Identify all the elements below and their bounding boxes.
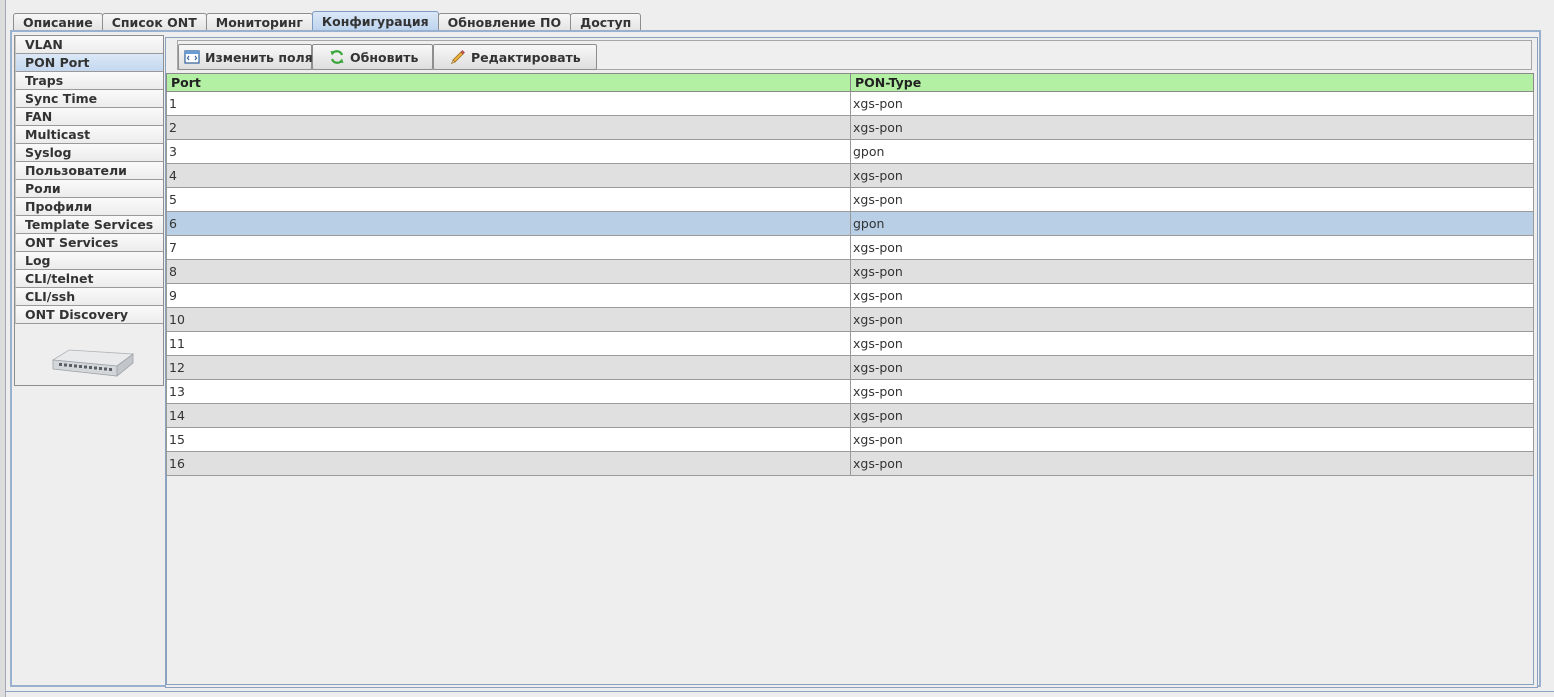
- sidebar-item-profiles[interactable]: Профили: [15, 198, 163, 216]
- sidebar-item-ont-discovery[interactable]: ONT Discovery: [15, 306, 163, 324]
- cell-pon-type: xgs-pon: [853, 192, 903, 207]
- window-left-edge: [0, 0, 6, 697]
- cell-port: 3: [167, 140, 851, 163]
- cell-port: 14: [167, 404, 851, 427]
- edit-label: Редактировать: [471, 49, 581, 65]
- table-row[interactable]: 7 xgs-pon: [166, 236, 1534, 260]
- cell-pon-type: xgs-pon: [853, 312, 903, 327]
- cell-port: 13: [167, 380, 851, 403]
- pon-port-table: Port PON-Type 1 xgs-pon 2 xgs-pon 3 gpon 4 xgs-…: [166, 73, 1534, 476]
- cell-pon-type: xgs-pon: [853, 456, 903, 471]
- sidebar-item-roles[interactable]: Роли: [15, 180, 163, 198]
- table-row[interactable]: 11 xgs-pon: [166, 332, 1534, 356]
- main-tabbar: Описание Список ONT Мониторинг Конфигура…: [13, 11, 642, 31]
- sidebar-item-fan[interactable]: FAN: [15, 108, 163, 126]
- edit-button[interactable]: Редактировать: [433, 44, 597, 70]
- cell-pon-type: xgs-pon: [853, 432, 903, 447]
- sidebar-item-multicast[interactable]: Multicast: [15, 126, 163, 144]
- sidebar-item-ont-services[interactable]: ONT Services: [15, 234, 163, 252]
- cell-port: 12: [167, 356, 851, 379]
- table-body: 1 xgs-pon 2 xgs-pon 3 gpon 4 xgs-pon 5 xgs-pon 6 gp…: [166, 92, 1534, 476]
- refresh-button[interactable]: Обновить: [312, 44, 433, 70]
- table-row[interactable]: 6 gpon: [166, 212, 1534, 236]
- sidebar-item-sync-time[interactable]: Sync Time: [15, 90, 163, 108]
- cell-port: 10: [167, 308, 851, 331]
- sidebar-item-syslog[interactable]: Syslog: [15, 144, 163, 162]
- cell-port: 8: [167, 260, 851, 283]
- change-fields-label: Изменить поля: [205, 49, 313, 65]
- table-row[interactable]: 13 xgs-pon: [166, 380, 1534, 404]
- table-row[interactable]: 14 xgs-pon: [166, 404, 1534, 428]
- cell-pon-type: xgs-pon: [853, 264, 903, 279]
- window-bottom-border: [6, 691, 1554, 692]
- cell-port: 6: [167, 212, 851, 235]
- table-row[interactable]: 2 xgs-pon: [166, 116, 1534, 140]
- cell-port: 2: [167, 116, 851, 139]
- cell-pon-type: gpon: [853, 144, 885, 159]
- tab-firmware-update[interactable]: Обновление ПО: [437, 13, 572, 31]
- columns-icon: [184, 49, 200, 65]
- table-row[interactable]: 9 xgs-pon: [166, 284, 1534, 308]
- cell-pon-type: xgs-pon: [853, 168, 903, 183]
- config-sidebar: VLAN PON Port Traps Sync Time FAN Multic…: [14, 35, 164, 386]
- cell-port: 11: [167, 332, 851, 355]
- table-row[interactable]: 8 xgs-pon: [166, 260, 1534, 284]
- cell-port: 16: [167, 452, 851, 475]
- sidebar-item-traps[interactable]: Traps: [15, 72, 163, 90]
- table-row[interactable]: 1 xgs-pon: [166, 92, 1534, 116]
- cell-pon-type: xgs-pon: [853, 240, 903, 255]
- table-row[interactable]: 15 xgs-pon: [166, 428, 1534, 452]
- cell-pon-type: gpon: [853, 216, 885, 231]
- cell-pon-type: xgs-pon: [853, 360, 903, 375]
- sidebar-item-cli-ssh[interactable]: CLI/ssh: [15, 288, 163, 306]
- table-row[interactable]: 4 xgs-pon: [166, 164, 1534, 188]
- tab-ont-list[interactable]: Список ONT: [101, 13, 207, 31]
- cell-port: 4: [167, 164, 851, 187]
- cell-port: 1: [167, 92, 851, 115]
- cell-pon-type: xgs-pon: [853, 120, 903, 135]
- table-header: Port PON-Type: [166, 73, 1534, 92]
- column-header-port[interactable]: Port: [167, 74, 851, 91]
- table-row[interactable]: 3 gpon: [166, 140, 1534, 164]
- cell-pon-type: xgs-pon: [853, 408, 903, 423]
- sidebar-item-log[interactable]: Log: [15, 252, 163, 270]
- sidebar-item-pon-port[interactable]: PON Port: [15, 54, 163, 72]
- cell-pon-type: xgs-pon: [853, 384, 903, 399]
- table-row[interactable]: 12 xgs-pon: [166, 356, 1534, 380]
- tab-configuration[interactable]: Конфигурация: [311, 11, 439, 31]
- tab-access[interactable]: Доступ: [570, 13, 642, 31]
- cell-pon-type: xgs-pon: [853, 288, 903, 303]
- cell-port: 9: [167, 284, 851, 307]
- tab-monitoring[interactable]: Мониторинг: [205, 13, 313, 31]
- sidebar-item-cli-telnet[interactable]: CLI/telnet: [15, 270, 163, 288]
- refresh-icon: [329, 49, 345, 65]
- cell-pon-type: xgs-pon: [853, 96, 903, 111]
- table-row[interactable]: 5 xgs-pon: [166, 188, 1534, 212]
- olt-device-image: [51, 349, 135, 377]
- sidebar-item-template-services[interactable]: Template Services: [15, 216, 163, 234]
- sidebar-item-users[interactable]: Пользователи: [15, 162, 163, 180]
- cell-pon-type: xgs-pon: [853, 336, 903, 351]
- cell-port: 15: [167, 428, 851, 451]
- change-fields-button[interactable]: Изменить поля: [178, 44, 313, 70]
- pencil-icon: [450, 49, 466, 65]
- cell-port: 7: [167, 236, 851, 259]
- tab-description[interactable]: Описание: [13, 13, 103, 31]
- sidebar-item-vlan[interactable]: VLAN: [15, 36, 163, 54]
- table-row[interactable]: 10 xgs-pon: [166, 308, 1534, 332]
- column-header-pon-type[interactable]: PON-Type: [851, 74, 1533, 91]
- cell-port: 5: [167, 188, 851, 211]
- table-row[interactable]: 16 xgs-pon: [166, 452, 1534, 476]
- refresh-label: Обновить: [350, 49, 419, 65]
